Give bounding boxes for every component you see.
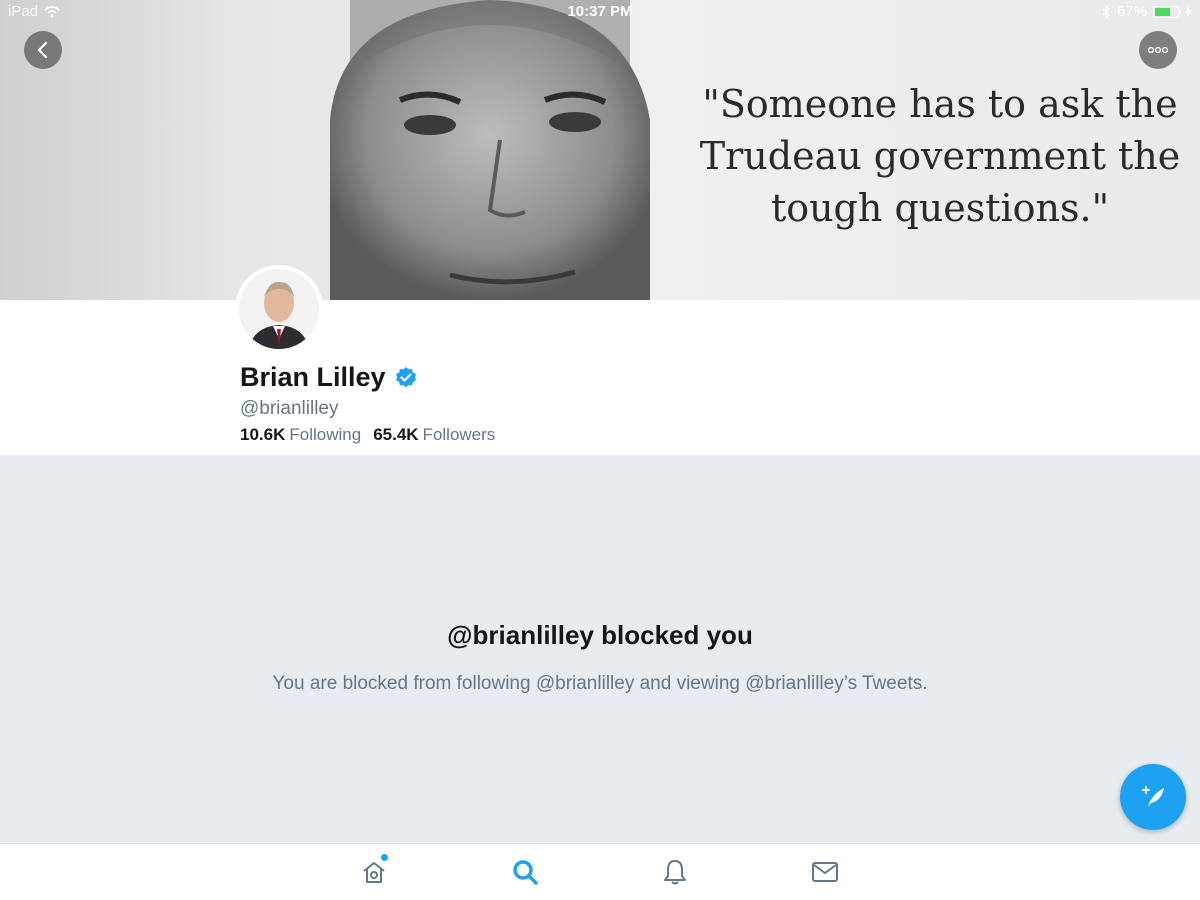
tab-notifications[interactable]: [659, 856, 691, 888]
tab-search[interactable]: [509, 856, 541, 888]
following-stat[interactable]: 10.6K Following: [240, 425, 361, 445]
blocked-message: You are blocked from following @brianlil…: [272, 673, 928, 694]
banner-quote: "Someone has to ask the Trudeau governme…: [690, 78, 1190, 234]
banner-quote-line: "Someone has to ask the: [702, 82, 1178, 126]
avatar[interactable]: [235, 265, 323, 353]
following-count: 10.6K: [240, 425, 286, 444]
banner-portrait-image: [330, 0, 650, 300]
new-activity-dot: [381, 854, 388, 861]
battery-level: [1155, 7, 1170, 16]
status-bar-right: 67%: [1102, 3, 1192, 20]
banner-quote-line: tough questions.": [770, 186, 1110, 230]
search-icon: [513, 860, 538, 885]
bluetooth-icon: [1102, 4, 1110, 19]
avatar-image: [239, 269, 319, 349]
home-icon: [363, 862, 385, 883]
verified-badge-icon: [395, 366, 416, 387]
tab-messages[interactable]: [809, 856, 841, 888]
followers-stat[interactable]: 65.4K Followers: [373, 425, 495, 445]
status-bar: iPad 10:37 PM 67%: [0, 0, 1200, 24]
tab-home[interactable]: [358, 854, 390, 888]
back-button[interactable]: [24, 31, 62, 69]
profile-handle: @brianlilley: [240, 398, 339, 419]
profile-banner: "Someone has to ask the Trudeau governme…: [0, 0, 1200, 300]
blocked-notice: @brianlilley blocked you You are blocked…: [0, 455, 1200, 843]
followers-count: 65.4K: [373, 425, 419, 444]
battery-icon: [1153, 5, 1181, 18]
battery-percent: 67%: [1116, 3, 1147, 20]
status-time: 10:37 PM: [567, 3, 633, 20]
profile-stats: 10.6K Following 65.4K Followers: [240, 425, 495, 445]
profile-header: [0, 300, 1200, 455]
more-icon: [1147, 46, 1169, 54]
notifications-icon: [664, 860, 686, 885]
banner-quote-line: Trudeau government the: [699, 134, 1181, 178]
more-options-button[interactable]: [1139, 31, 1177, 69]
chevron-left-icon: [37, 41, 48, 59]
messages-icon: [812, 862, 838, 882]
followers-label: Followers: [422, 425, 496, 444]
profile-name: Brian Lilley: [240, 362, 386, 392]
compose-tweet-button[interactable]: [1120, 764, 1186, 830]
blocked-title: @brianlilley blocked you: [447, 620, 753, 650]
tab-bar: [0, 843, 1200, 900]
following-label: Following: [289, 425, 362, 444]
display-name: Brian Lilley: [240, 362, 418, 393]
charging-icon: [1185, 5, 1192, 18]
compose-feather-icon: [1142, 786, 1164, 807]
